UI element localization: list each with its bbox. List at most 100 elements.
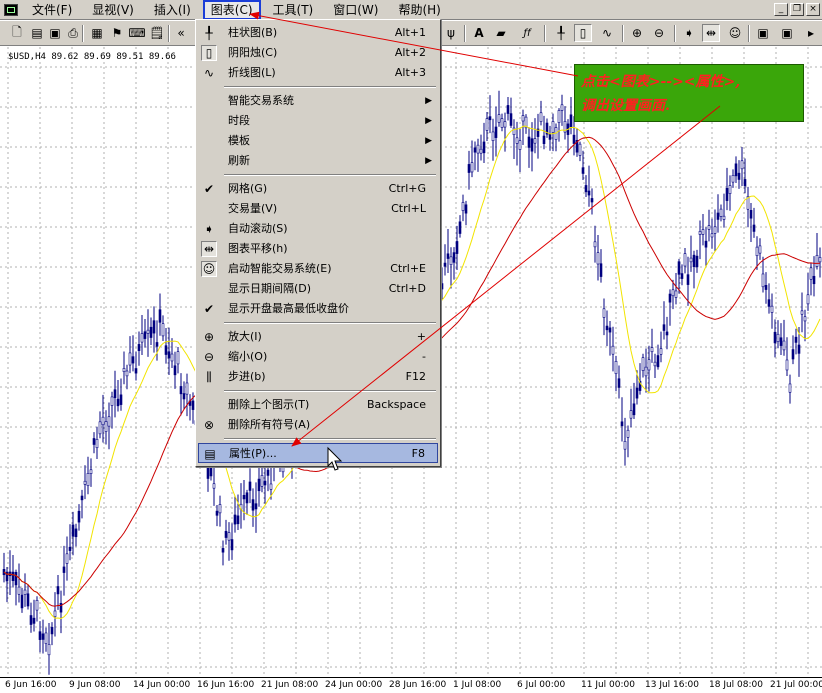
submenu-arrow-icon: ▶ <box>425 136 432 146</box>
menu-item-2[interactable]: ∿ 折线图(L) Alt+3 <box>198 63 438 83</box>
time-axis-label: 11 Jul 00:00 <box>581 680 635 690</box>
menu-insert[interactable]: 插入(I) <box>146 1 199 19</box>
zoom-out-icon[interactable]: ⊖ <box>650 24 668 42</box>
menu-tools[interactable]: 工具(T) <box>265 1 322 19</box>
time-axis-label: 9 Jun 08:00 <box>69 680 121 690</box>
candlestick-icon[interactable]: ▯ <box>574 24 592 42</box>
time-axis-label: 21 Jul 00:00 <box>770 680 822 690</box>
chart-shift-icon[interactable]: ⇹ <box>702 24 720 42</box>
menu-item-24[interactable]: ▤ 属性(P)... F8 <box>198 443 438 463</box>
menu-item-6[interactable]: 模板 ▶ <box>198 131 438 151</box>
menu-item-label: 属性(P)... <box>229 447 277 460</box>
menu-item-label: 步进(b) <box>228 370 266 383</box>
save-icon[interactable]: ▣ <box>46 24 64 42</box>
check-icon: ✔ <box>203 302 215 316</box>
menu-file[interactable]: 文件(F) <box>24 1 80 19</box>
menu-help[interactable]: 帮助(H) <box>390 1 448 19</box>
time-axis-label: 28 Jun 16:00 <box>389 680 447 690</box>
menu-item-shortcut: Alt+3 <box>394 66 426 79</box>
menu-item-label: 刷新 <box>228 154 250 167</box>
strategy-tester-icon[interactable]: 🗒 <box>148 24 166 42</box>
charts-menu-dropdown: ╀ 柱状图(B) Alt+1 ▯ 阴阳烛(C) Alt+2 ∿ 折线图(L) Alt+3 智能交易… <box>195 19 441 467</box>
navigator-icon[interactable]: ⚑ <box>108 24 126 42</box>
submenu-arrow-icon: ▶ <box>425 156 432 166</box>
bar-chart-icon[interactable]: ╀ <box>552 24 570 42</box>
menu-item-label: 显示开盘最高最低收盘价 <box>228 302 349 315</box>
menu-item-11[interactable]: ➧ 自动滚动(S) <box>198 219 438 239</box>
time-axis-label: 16 Jun 16:00 <box>197 680 255 690</box>
menu-item-1[interactable]: ▯ 阴阳烛(C) Alt+2 <box>198 43 438 63</box>
text-label-icon[interactable]: ▰ <box>492 24 510 42</box>
print-icon[interactable]: ⎙ <box>64 24 82 42</box>
app-icon <box>4 3 18 16</box>
menu-charts[interactable]: 图表(C) <box>202 0 261 20</box>
menu-window[interactable]: 窗口(W) <box>325 1 386 19</box>
menu-item-shortcut: Alt+1 <box>394 26 426 39</box>
menu-item-label: 折线图(L) <box>228 66 276 79</box>
menu-item-22[interactable]: ⊗ 删除所有符号(A) <box>198 415 438 435</box>
menu-item-label: 交易量(V) <box>228 202 278 215</box>
autoscroll-icon: ➧ <box>203 222 215 236</box>
menu-item-17[interactable]: ⊕ 放大(I) + <box>198 327 438 347</box>
minimize-icon[interactable]: _ <box>774 3 788 16</box>
menu-item-label: 放大(I) <box>228 330 262 343</box>
zoom-in-icon[interactable]: ⊕ <box>628 24 646 42</box>
autoscroll-icon[interactable]: ➧ <box>680 24 698 42</box>
menu-item-label: 模板 <box>228 134 250 147</box>
more-icon[interactable]: ▸ <box>802 24 820 42</box>
terminal-icon[interactable]: ⌨ <box>128 24 146 42</box>
line-chart-icon: ∿ <box>203 66 215 80</box>
menu-item-19[interactable]: ⫼ 步进(b) F12 <box>198 367 438 387</box>
menu-item-18[interactable]: ⊖ 缩小(O) - <box>198 347 438 367</box>
new-chart-icon[interactable]: 🗋 <box>8 24 26 42</box>
chart-shift-icon: ⇹ <box>201 241 217 257</box>
menu-item-7[interactable]: 刷新 ▶ <box>198 151 438 171</box>
submenu-arrow-icon: ▶ <box>425 96 432 106</box>
annotation-callout: 点击<图表>--><属性>, 调出设置画面. <box>574 64 804 122</box>
menu-item-5[interactable]: 时段 ▶ <box>198 111 438 131</box>
menu-item-13[interactable]: ☺ 启动智能交易系统(E) Ctrl+E <box>198 259 438 279</box>
tester-window-icon[interactable]: ▣ <box>778 24 796 42</box>
menu-item-shortcut: + <box>416 330 426 343</box>
menu-item-0[interactable]: ╀ 柱状图(B) Alt+1 <box>198 23 438 43</box>
indicators-icon[interactable]: ƒf <box>518 24 536 42</box>
terminal-window-icon[interactable]: ▣ <box>754 24 772 42</box>
menu-item-label: 柱状图(B) <box>228 26 278 39</box>
time-axis-label: 18 Jul 08:00 <box>709 680 763 690</box>
submenu-arrow-icon: ▶ <box>425 116 432 126</box>
history-icon[interactable]: « <box>172 24 190 42</box>
menu-separator <box>224 322 436 324</box>
zoom-out-icon: ⊖ <box>203 350 215 364</box>
time-axis-label: 21 Jun 08:00 <box>261 680 319 690</box>
market-watch-icon[interactable]: ▦ <box>88 24 106 42</box>
step-icon: ⫼ <box>206 370 212 384</box>
time-axis-label: 14 Jun 00:00 <box>133 680 191 690</box>
close-icon[interactable]: × <box>806 3 820 16</box>
menu-item-15[interactable]: ✔ 显示开盘最高最低收盘价 <box>198 299 438 319</box>
menu-view[interactable]: 显视(V) <box>84 1 142 19</box>
menu-item-label: 图表平移(h) <box>228 242 288 255</box>
menu-item-shortcut: Backspace <box>367 398 426 411</box>
properties-icon: ▤ <box>204 447 216 461</box>
menu-item-14[interactable]: 显示日期间隔(D) Ctrl+D <box>198 279 438 299</box>
expert-advisor-icon[interactable]: ☺ <box>726 24 744 42</box>
menu-item-label: 启动智能交易系统(E) <box>228 262 332 275</box>
open-icon[interactable]: ▤ <box>28 24 46 42</box>
restore-icon[interactable]: ❐ <box>790 3 804 16</box>
menu-item-21[interactable]: 删除上个图示(T) Backspace <box>198 395 438 415</box>
annotation-line-1: 点击<图表>--><属性>, <box>581 74 741 90</box>
menu-item-4[interactable]: 智能交易系统 ▶ <box>198 91 438 111</box>
menu-item-shortcut: Ctrl+G <box>388 182 426 195</box>
menu-item-10[interactable]: 交易量(V) Ctrl+L <box>198 199 438 219</box>
time-axis: 6 Jun 16:00 9 Jun 08:00 14 Jun 00:00 16 … <box>0 677 822 693</box>
menu-item-shortcut: Ctrl+E <box>390 262 426 275</box>
menu-item-9[interactable]: ✔ 网格(G) Ctrl+G <box>198 179 438 199</box>
menu-item-shortcut: Ctrl+D <box>388 282 426 295</box>
text-tool-icon[interactable]: A <box>470 24 488 42</box>
line-chart-icon[interactable]: ∿ <box>598 24 616 42</box>
menu-item-shortcut: Alt+2 <box>394 46 426 59</box>
menu-item-label: 时段 <box>228 114 250 127</box>
menu-item-12[interactable]: ⇹ 图表平移(h) <box>198 239 438 259</box>
expert-advisor-icon: ☺ <box>201 261 217 277</box>
fibonacci-icon[interactable]: ψ <box>442 24 460 42</box>
